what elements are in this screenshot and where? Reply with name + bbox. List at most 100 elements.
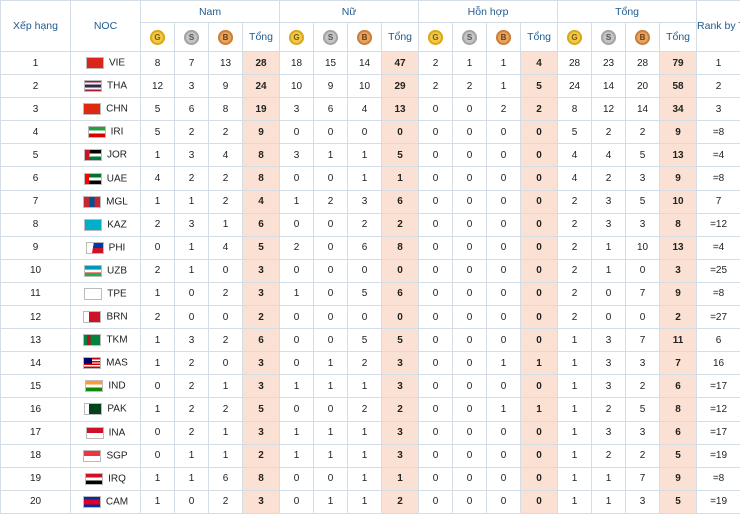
total-silver-cell: 2	[591, 166, 627, 191]
mixed-total-cell: 0	[520, 489, 559, 514]
women-bronze-cell: 4	[347, 97, 383, 122]
women-total-cell: 6	[381, 189, 420, 214]
total-gold-cell: 2	[557, 235, 593, 260]
mixed-bronze-cell: 0	[486, 420, 522, 445]
mixed-silver-cell: 0	[452, 120, 488, 145]
men-gold-cell: 0	[140, 443, 175, 468]
women-silver-cell: 0	[313, 328, 349, 353]
noc-code: PAK	[107, 403, 127, 415]
total-bronze-cell: 28	[625, 50, 661, 76]
women-bronze-cell: 0	[347, 120, 383, 145]
rank-by-total-cell: =27	[696, 305, 740, 330]
mixed-total-cell: 0	[520, 235, 559, 260]
mixed-gold-cell: 2	[418, 74, 454, 99]
total-silver-cell: 1	[591, 235, 627, 260]
women-silver-cell: 1	[313, 443, 349, 468]
mixed-bronze-cell: 0	[486, 281, 522, 307]
flag-turkmenistan-icon	[83, 334, 102, 347]
mixed-silver-cell: 0	[452, 420, 488, 445]
women-bronze-cell: 2	[347, 351, 383, 376]
total-silver-cell: 2	[591, 120, 627, 145]
men-bronze-cell: 1	[208, 374, 243, 399]
noc-cell: BRN	[70, 305, 141, 330]
table-row: 10 UZB 2 1 0 3 0 0 0 0 0 0 0 0 2 1 0 3 =25	[0, 258, 740, 283]
women-silver-cell: 2	[313, 189, 349, 214]
mixed-silver-cell: 2	[452, 74, 488, 99]
total-total-cell: 9	[659, 120, 698, 145]
mixed-silver-cell: 0	[452, 235, 488, 260]
flag-singapore-icon	[83, 449, 102, 462]
noc-header: NOC	[70, 0, 141, 52]
group-header-women: Nữ	[279, 0, 420, 23]
total-total-cell: 10	[659, 189, 698, 214]
men-bronze-cell: 8	[208, 97, 243, 122]
women-total-cell: 3	[381, 351, 420, 376]
men-gold-cell: 1	[140, 328, 175, 353]
mixed-total-cell: 0	[520, 120, 559, 145]
men-silver-cell: 0	[174, 305, 209, 330]
total-silver-cell: 3	[591, 374, 627, 399]
total-total-cell: 9	[659, 166, 698, 191]
men-silver-cell: 7	[174, 50, 209, 76]
total-silver-cell: 1	[591, 466, 627, 491]
mixed-total-cell: 5	[520, 74, 559, 99]
table-row: 3 CHN 5 6 8 19 3 6 4 13 0 0 2 2 8 12 14 34 3	[0, 97, 740, 122]
women-silver-cell: 1	[313, 351, 349, 376]
total-silver-cell: 1	[591, 258, 627, 283]
total-total-cell: 2	[659, 305, 698, 330]
women-total-cell: 29	[381, 74, 420, 99]
men-silver-cell: 2	[174, 120, 209, 145]
mixed-gold-cell: 0	[418, 189, 454, 214]
women-silver-cell: 1	[313, 489, 349, 514]
medal-table: Xếp hạng NOC Nam Nữ Hỗn hợp Tổng Rank by…	[0, 0, 740, 514]
men-silver-cell: 2	[174, 166, 209, 191]
mixed-gold-cell: 0	[418, 120, 454, 145]
total-silver-cell: 3	[591, 351, 627, 376]
gold-medal-icon: G	[150, 29, 165, 45]
women-bronze-cell: 1	[347, 420, 383, 445]
total-total-cell: 13	[659, 235, 698, 260]
men-gold-cell: 2	[140, 305, 175, 330]
women-bronze-cell: 14	[347, 50, 383, 76]
men-total-cell: 9	[241, 120, 281, 145]
women-gold-cell: 1	[279, 443, 315, 468]
women-gold-cell: 0	[279, 120, 315, 145]
rank-by-total-cell: =17	[696, 374, 740, 399]
rank-cell: 4	[0, 120, 71, 145]
mixed-bronze-cell: 0	[486, 443, 522, 468]
women-total-cell: 3	[381, 420, 420, 445]
noc-code: CHN	[106, 103, 128, 115]
women-gold-cell: 1	[279, 189, 315, 214]
men-bronze-cell: 0	[208, 305, 243, 330]
mixed-silver-header: S	[452, 22, 488, 52]
table-row: 15 IND 0 2 1 3 1 1 1 3 0 0 0 0 1 3 2 6 =17	[0, 374, 740, 399]
total-silver-cell: 14	[591, 74, 627, 99]
total-bronze-cell: 2	[625, 374, 661, 399]
noc-cell: UZB	[70, 258, 141, 283]
table-row: 5 JOR 1 3 4 8 3 1 1 5 0 0 0 0 4 4 5 13 =4	[0, 143, 740, 168]
mixed-silver-cell: 0	[452, 305, 488, 330]
women-silver-cell: 0	[313, 120, 349, 145]
women-gold-cell: 18	[279, 50, 315, 76]
group-header-men: Nam	[139, 0, 281, 23]
mixed-total-cell: 2	[520, 97, 559, 122]
mixed-gold-cell: 0	[418, 97, 454, 122]
flag-indonesia-icon	[85, 426, 104, 439]
bronze-medal-icon: B	[496, 29, 512, 45]
noc-cell: SGP	[70, 443, 141, 468]
rank-cell: 17	[0, 420, 71, 445]
mixed-silver-cell: 0	[452, 397, 488, 422]
mixed-gold-cell: 0	[418, 489, 454, 514]
table-row: 9 PHI 0 1 4 5 2 0 6 8 0 0 0 0 2 1 10 13 =4	[0, 235, 740, 260]
table-row: 14 MAS 1 2 0 3 0 1 2 3 0 0 1 1 1 3 3 7 16	[0, 351, 740, 376]
men-bronze-cell: 4	[208, 143, 243, 168]
women-gold-cell: 0	[279, 258, 315, 283]
mixed-total-cell: 0	[520, 420, 559, 445]
gold-medal-icon: G	[289, 29, 305, 45]
total-silver-header: S	[591, 22, 627, 52]
total-total-cell: 9	[659, 466, 698, 491]
women-total-cell: 3	[381, 374, 420, 399]
mixed-bronze-cell: 0	[486, 166, 522, 191]
men-total-cell: 8	[241, 466, 281, 491]
mixed-total-cell: 0	[520, 258, 559, 283]
